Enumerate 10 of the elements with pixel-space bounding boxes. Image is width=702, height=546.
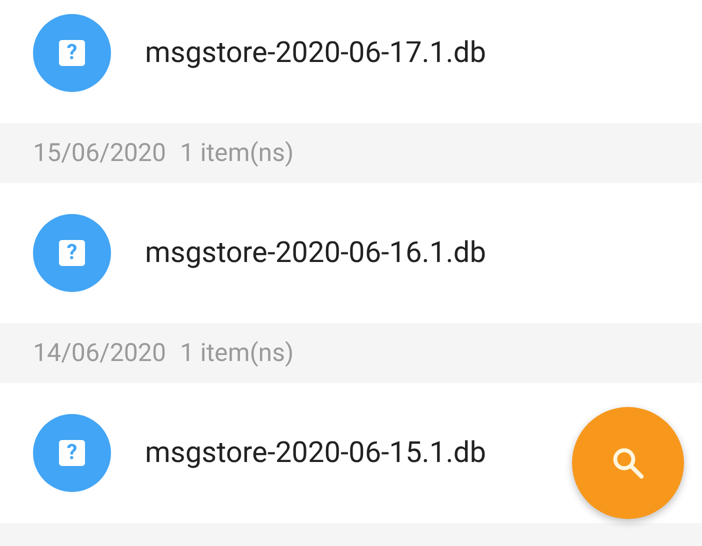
header-date: 15/06/2020 (33, 138, 166, 168)
unknown-file-icon: ? (59, 440, 85, 466)
unknown-file-icon: ? (59, 240, 85, 266)
unknown-file-icon: ? (59, 40, 85, 66)
file-name[interactable]: msgstore-2020-06-15.1.db (145, 436, 486, 470)
file-name[interactable]: msgstore-2020-06-17.1.db (145, 36, 486, 70)
file-name[interactable]: msgstore-2020-06-16.1.db (145, 236, 486, 270)
item-count: 1 item(ns) (180, 138, 294, 168)
header-date: 14/06/2020 (33, 338, 166, 368)
item-count: 1 item(ns) (180, 338, 294, 368)
